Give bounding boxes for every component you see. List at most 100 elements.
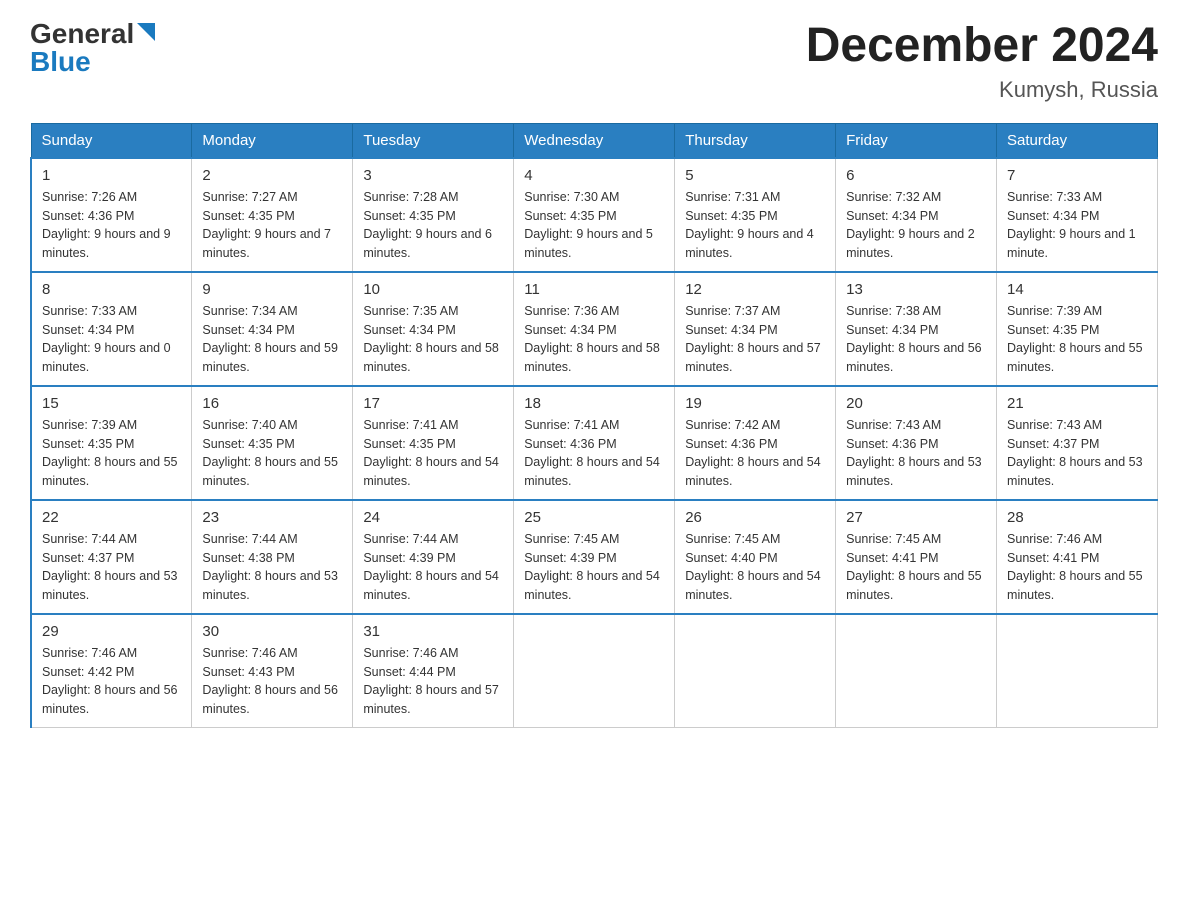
day-number: 3 bbox=[363, 167, 503, 184]
calendar-cell bbox=[836, 614, 997, 728]
day-info: Sunrise: 7:46 AMSunset: 4:42 PMDaylight:… bbox=[42, 644, 181, 719]
calendar-cell: 31 Sunrise: 7:46 AMSunset: 4:44 PMDayligh… bbox=[353, 614, 514, 728]
day-info: Sunrise: 7:36 AMSunset: 4:34 PMDaylight:… bbox=[524, 302, 664, 377]
header-cell-monday: Monday bbox=[192, 123, 353, 158]
calendar-cell: 23 Sunrise: 7:44 AMSunset: 4:38 PMDayligh… bbox=[192, 500, 353, 614]
day-info: Sunrise: 7:39 AMSunset: 4:35 PMDaylight:… bbox=[42, 416, 181, 491]
calendar-cell: 18Sunrise: 7:41 AMSunset: 4:36 PMDayligh… bbox=[514, 386, 675, 500]
calendar-cell: 16 Sunrise: 7:40 AMSunset: 4:35 PMDayligh… bbox=[192, 386, 353, 500]
calendar-cell: 28 Sunrise: 7:46 AMSunset: 4:41 PMDayligh… bbox=[997, 500, 1158, 614]
calendar-cell: 29Sunrise: 7:46 AMSunset: 4:42 PMDayligh… bbox=[31, 614, 192, 728]
logo-blue-text: Blue bbox=[30, 48, 91, 76]
day-info: Sunrise: 7:37 AMSunset: 4:34 PMDaylight:… bbox=[685, 302, 825, 377]
calendar-subtitle: Kumysh, Russia bbox=[806, 77, 1158, 103]
day-number: 13 bbox=[846, 281, 986, 298]
calendar-cell bbox=[675, 614, 836, 728]
calendar-cell: 2 Sunrise: 7:27 AMSunset: 4:35 PMDaylight… bbox=[192, 158, 353, 272]
day-info: Sunrise: 7:43 AMSunset: 4:37 PMDaylight:… bbox=[1007, 416, 1147, 491]
header-row: SundayMondayTuesdayWednesdayThursdayFrid… bbox=[31, 123, 1158, 158]
day-number: 27 bbox=[846, 509, 986, 526]
day-info: Sunrise: 7:33 AMSunset: 4:34 PMDaylight:… bbox=[1007, 188, 1147, 263]
day-info: Sunrise: 7:42 AMSunset: 4:36 PMDaylight:… bbox=[685, 416, 825, 491]
calendar-cell: 10Sunrise: 7:35 AMSunset: 4:34 PMDayligh… bbox=[353, 272, 514, 386]
calendar-cell: 9 Sunrise: 7:34 AMSunset: 4:34 PMDaylight… bbox=[192, 272, 353, 386]
day-number: 25 bbox=[524, 509, 664, 526]
calendar-cell: 20Sunrise: 7:43 AMSunset: 4:36 PMDayligh… bbox=[836, 386, 997, 500]
day-info: Sunrise: 7:44 AMSunset: 4:37 PMDaylight:… bbox=[42, 530, 181, 605]
day-info: Sunrise: 7:45 AMSunset: 4:39 PMDaylight:… bbox=[524, 530, 664, 605]
day-info: Sunrise: 7:35 AMSunset: 4:34 PMDaylight:… bbox=[363, 302, 503, 377]
logo-arrow-icon bbox=[137, 23, 155, 41]
header-cell-tuesday: Tuesday bbox=[353, 123, 514, 158]
calendar-title: December 2024 bbox=[806, 20, 1158, 73]
day-number: 2 bbox=[202, 167, 342, 184]
day-number: 21 bbox=[1007, 395, 1147, 412]
day-info: Sunrise: 7:28 AMSunset: 4:35 PMDaylight:… bbox=[363, 188, 503, 263]
calendar-cell: 30 Sunrise: 7:46 AMSunset: 4:43 PMDayligh… bbox=[192, 614, 353, 728]
calendar-cell: 5Sunrise: 7:31 AMSunset: 4:35 PMDaylight… bbox=[675, 158, 836, 272]
day-number: 30 bbox=[202, 623, 342, 640]
logo-general-text: General bbox=[30, 20, 134, 48]
day-number: 4 bbox=[524, 167, 664, 184]
week-row-4: 22 Sunrise: 7:44 AMSunset: 4:37 PMDayligh… bbox=[31, 500, 1158, 614]
week-row-5: 29Sunrise: 7:46 AMSunset: 4:42 PMDayligh… bbox=[31, 614, 1158, 728]
calendar-cell: 3 Sunrise: 7:28 AMSunset: 4:35 PMDaylight… bbox=[353, 158, 514, 272]
day-info: Sunrise: 7:46 AMSunset: 4:44 PMDaylight:… bbox=[363, 644, 503, 719]
day-info: Sunrise: 7:41 AMSunset: 4:35 PMDaylight:… bbox=[363, 416, 503, 491]
day-info: Sunrise: 7:45 AMSunset: 4:41 PMDaylight:… bbox=[846, 530, 986, 605]
calendar-cell: 7Sunrise: 7:33 AMSunset: 4:34 PMDaylight… bbox=[997, 158, 1158, 272]
week-row-1: 1Sunrise: 7:26 AMSunset: 4:36 PMDaylight… bbox=[31, 158, 1158, 272]
calendar-cell: 14 Sunrise: 7:39 AMSunset: 4:35 PMDayligh… bbox=[997, 272, 1158, 386]
day-number: 24 bbox=[363, 509, 503, 526]
calendar-table: SundayMondayTuesdayWednesdayThursdayFrid… bbox=[30, 123, 1158, 728]
header-cell-saturday: Saturday bbox=[997, 123, 1158, 158]
day-info: Sunrise: 7:46 AMSunset: 4:41 PMDaylight:… bbox=[1007, 530, 1147, 605]
day-number: 23 bbox=[202, 509, 342, 526]
header-cell-wednesday: Wednesday bbox=[514, 123, 675, 158]
calendar-cell: 6Sunrise: 7:32 AMSunset: 4:34 PMDaylight… bbox=[836, 158, 997, 272]
week-row-3: 15 Sunrise: 7:39 AMSunset: 4:35 PMDayligh… bbox=[31, 386, 1158, 500]
day-number: 28 bbox=[1007, 509, 1147, 526]
day-info: Sunrise: 7:43 AMSunset: 4:36 PMDaylight:… bbox=[846, 416, 986, 491]
calendar-cell: 1Sunrise: 7:26 AMSunset: 4:36 PMDaylight… bbox=[31, 158, 192, 272]
day-info: Sunrise: 7:44 AMSunset: 4:39 PMDaylight:… bbox=[363, 530, 503, 605]
header-cell-thursday: Thursday bbox=[675, 123, 836, 158]
day-info: Sunrise: 7:32 AMSunset: 4:34 PMDaylight:… bbox=[846, 188, 986, 263]
calendar-cell: 21 Sunrise: 7:43 AMSunset: 4:37 PMDayligh… bbox=[997, 386, 1158, 500]
calendar-cell: 22 Sunrise: 7:44 AMSunset: 4:37 PMDayligh… bbox=[31, 500, 192, 614]
header-cell-friday: Friday bbox=[836, 123, 997, 158]
day-info: Sunrise: 7:39 AMSunset: 4:35 PMDaylight:… bbox=[1007, 302, 1147, 377]
calendar-cell bbox=[514, 614, 675, 728]
calendar-cell: 4Sunrise: 7:30 AMSunset: 4:35 PMDaylight… bbox=[514, 158, 675, 272]
title-section: December 2024 Kumysh, Russia bbox=[806, 20, 1158, 103]
calendar-cell: 27 Sunrise: 7:45 AMSunset: 4:41 PMDayligh… bbox=[836, 500, 997, 614]
calendar-cell: 24 Sunrise: 7:44 AMSunset: 4:39 PMDayligh… bbox=[353, 500, 514, 614]
day-number: 5 bbox=[685, 167, 825, 184]
calendar-cell bbox=[997, 614, 1158, 728]
day-info: Sunrise: 7:38 AMSunset: 4:34 PMDaylight:… bbox=[846, 302, 986, 377]
day-number: 12 bbox=[685, 281, 825, 298]
calendar-cell: 13 Sunrise: 7:38 AMSunset: 4:34 PMDayligh… bbox=[836, 272, 997, 386]
day-info: Sunrise: 7:34 AMSunset: 4:34 PMDaylight:… bbox=[202, 302, 342, 377]
day-number: 19 bbox=[685, 395, 825, 412]
calendar-cell: 25 Sunrise: 7:45 AMSunset: 4:39 PMDayligh… bbox=[514, 500, 675, 614]
day-info: Sunrise: 7:46 AMSunset: 4:43 PMDaylight:… bbox=[202, 644, 342, 719]
day-info: Sunrise: 7:40 AMSunset: 4:35 PMDaylight:… bbox=[202, 416, 342, 491]
calendar-cell: 11 Sunrise: 7:36 AMSunset: 4:34 PMDayligh… bbox=[514, 272, 675, 386]
page-header: General Blue December 2024 Kumysh, Russi… bbox=[30, 20, 1158, 103]
day-number: 17 bbox=[363, 395, 503, 412]
day-number: 16 bbox=[202, 395, 342, 412]
day-info: Sunrise: 7:27 AMSunset: 4:35 PMDaylight:… bbox=[202, 188, 342, 263]
day-info: Sunrise: 7:41 AMSunset: 4:36 PMDaylight:… bbox=[524, 416, 664, 491]
day-number: 11 bbox=[524, 281, 664, 298]
day-number: 26 bbox=[685, 509, 825, 526]
day-number: 15 bbox=[42, 395, 181, 412]
day-number: 14 bbox=[1007, 281, 1147, 298]
day-info: Sunrise: 7:45 AMSunset: 4:40 PMDaylight:… bbox=[685, 530, 825, 605]
day-number: 9 bbox=[202, 281, 342, 298]
calendar-cell: 17 Sunrise: 7:41 AMSunset: 4:35 PMDayligh… bbox=[353, 386, 514, 500]
day-number: 22 bbox=[42, 509, 181, 526]
day-number: 31 bbox=[363, 623, 503, 640]
calendar-cell: 26 Sunrise: 7:45 AMSunset: 4:40 PMDayligh… bbox=[675, 500, 836, 614]
day-info: Sunrise: 7:44 AMSunset: 4:38 PMDaylight:… bbox=[202, 530, 342, 605]
